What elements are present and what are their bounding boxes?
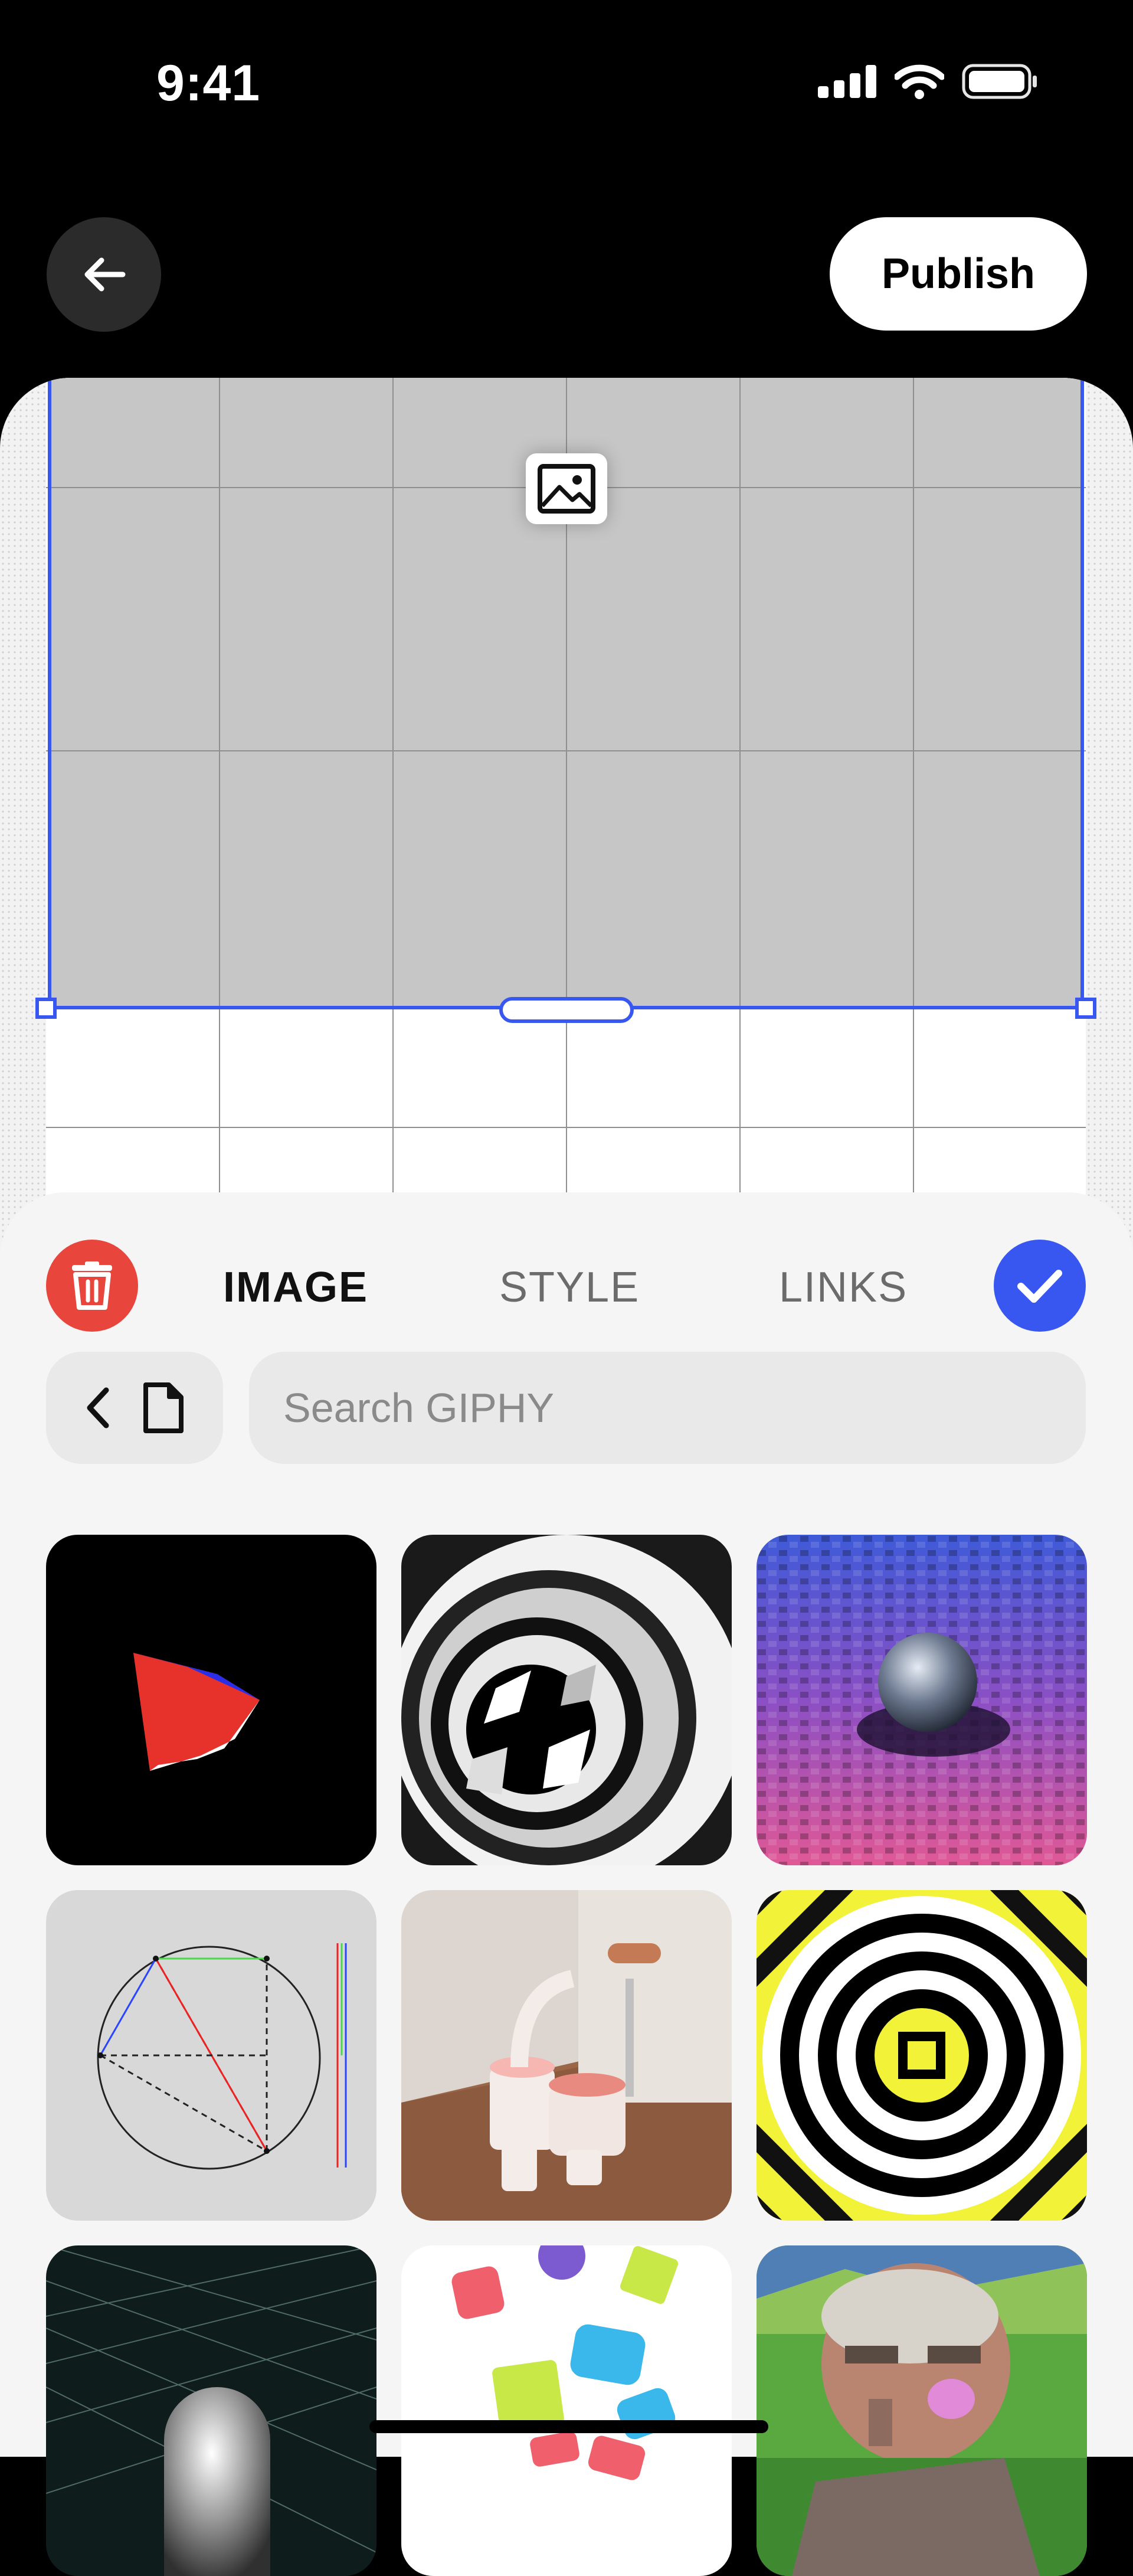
chevron-left-icon[interactable] bbox=[85, 1387, 111, 1429]
gif-image bbox=[46, 2245, 376, 2576]
resize-handle-bottom[interactable] bbox=[499, 997, 634, 1023]
gif-image bbox=[401, 2245, 732, 2576]
status-time: 9:41 bbox=[156, 55, 261, 112]
resize-handle-bottom-left[interactable] bbox=[35, 998, 57, 1019]
confirm-button[interactable] bbox=[994, 1240, 1086, 1332]
gif-result[interactable] bbox=[46, 1890, 376, 2221]
battery-icon bbox=[962, 64, 1037, 99]
gif-result[interactable] bbox=[757, 1535, 1087, 1865]
cellular-signal-icon bbox=[818, 65, 876, 98]
gif-image bbox=[401, 1535, 732, 1865]
gif-result[interactable] bbox=[401, 2245, 732, 2576]
delete-button[interactable] bbox=[46, 1240, 138, 1332]
publish-button[interactable]: Publish bbox=[830, 217, 1087, 331]
tab-links[interactable]: LINKS bbox=[779, 1263, 908, 1312]
image-placeholder-badge bbox=[526, 453, 607, 524]
source-nav bbox=[46, 1352, 223, 1464]
gif-result[interactable] bbox=[46, 1535, 376, 1865]
wifi-icon bbox=[895, 64, 944, 99]
resize-handle-bottom-right[interactable] bbox=[1075, 998, 1096, 1019]
gif-image bbox=[757, 2245, 1087, 2576]
home-indicator[interactable] bbox=[369, 2420, 768, 2433]
image-icon bbox=[538, 464, 595, 514]
gif-result[interactable] bbox=[401, 1890, 732, 2221]
gif-image bbox=[401, 1890, 732, 2221]
search-input[interactable] bbox=[249, 1352, 1086, 1464]
gif-result[interactable] bbox=[401, 1535, 732, 1865]
checkmark-icon bbox=[1017, 1270, 1062, 1303]
gif-image bbox=[757, 1890, 1087, 2221]
gif-image bbox=[46, 1890, 376, 2221]
tab-image[interactable]: IMAGE bbox=[223, 1263, 368, 1312]
status-icons bbox=[818, 64, 1039, 99]
arrow-left-icon bbox=[84, 257, 126, 292]
back-button[interactable] bbox=[47, 217, 161, 332]
trash-icon bbox=[72, 1261, 112, 1310]
document-icon[interactable] bbox=[143, 1382, 184, 1434]
gif-result[interactable] bbox=[757, 1890, 1087, 2221]
gif-image bbox=[757, 1535, 1087, 1865]
tab-style[interactable]: STYLE bbox=[499, 1263, 640, 1312]
gif-result[interactable] bbox=[757, 2245, 1087, 2576]
gif-image bbox=[46, 1535, 376, 1865]
gif-result[interactable] bbox=[46, 2245, 376, 2576]
